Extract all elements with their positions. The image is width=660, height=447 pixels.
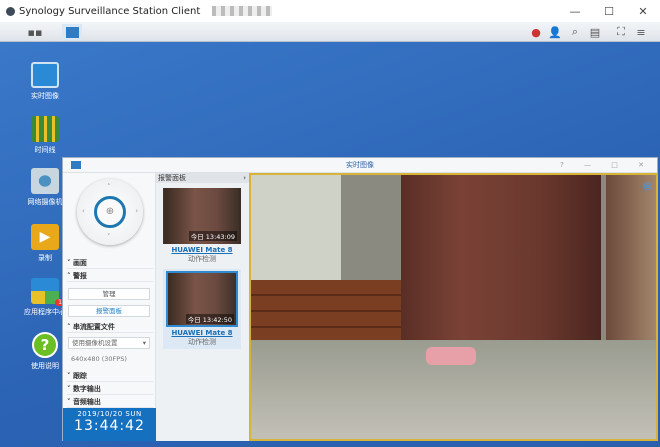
event-camera-link[interactable]: HUAWEI Mate 8	[163, 329, 241, 337]
video-door	[401, 175, 601, 345]
date-text: 2019/10/20 SUN	[77, 410, 142, 418]
section-alarm[interactable]: ˄ 警报	[67, 270, 153, 282]
left-arrow-icon[interactable]: ‹	[82, 207, 85, 215]
desktop-icon-timeline[interactable]: 时间线	[22, 116, 68, 155]
alarm-panel-button[interactable]: 报警面板	[68, 305, 150, 317]
select-value: 使用摄像机设置	[72, 339, 118, 347]
stream-profile-select[interactable]: 使用摄像机设置 ▾	[68, 337, 150, 349]
desktop-icon-label: 网络摄像机	[27, 198, 63, 206]
event-thumbnail[interactable]: 今日 13:43:09	[163, 188, 241, 244]
section-label: 数字输出	[72, 385, 101, 393]
collapse-arrow-icon[interactable]: ›	[243, 173, 246, 183]
blurred-text	[212, 6, 273, 16]
video-wall	[251, 175, 341, 285]
ip-camera-icon	[31, 168, 59, 194]
alarm-panel-title: 报警面板	[158, 174, 186, 182]
window-title: 实时图像	[346, 161, 374, 169]
ptz-joystick[interactable]: ˄ ˅ ‹ › ⊕	[77, 179, 143, 245]
desktop-icon-label: 实时图像	[31, 92, 59, 100]
desktop-icon-liveview[interactable]: 实时图像	[22, 62, 68, 101]
toolbar: ▪▪ ● 👤 ⌕ ▤ ⛶ ≡	[0, 22, 660, 42]
desktop-icon-label: 应用程序中心	[24, 308, 66, 316]
close-button[interactable]: ✕	[626, 0, 660, 22]
event-thumbnail[interactable]: 今日 13:42:50	[166, 271, 238, 327]
liveview-app-icon	[71, 161, 81, 169]
alarm-event-item[interactable]: 今日 13:42:50 HUAWEI Mate 8 动作检测	[163, 269, 241, 349]
puzzle-icon: 1	[31, 278, 65, 306]
app-title: Synology Surveillance Station Client	[19, 5, 201, 17]
notification-icon[interactable]: ●	[526, 24, 546, 40]
desktop-icon-label: 使用说明	[31, 362, 59, 370]
section-label: 跟踪	[72, 372, 87, 380]
section-label: 画面	[72, 259, 87, 267]
fullscreen-icon[interactable]: ⛶	[611, 24, 631, 40]
camera-options-icon[interactable]: ◎	[643, 181, 652, 192]
section-audio-output[interactable]: ˅ 音频输出	[67, 396, 153, 408]
main-menu-icon[interactable]: ▪▪	[25, 24, 45, 40]
time-text: 13:44:42	[74, 418, 145, 434]
resolution-text: 640x480 (30FPS)	[71, 355, 127, 363]
help-icon: ?	[32, 332, 58, 358]
window-controls[interactable]: ? — □ ✕	[560, 158, 653, 173]
user-icon[interactable]: 👤	[545, 24, 565, 40]
recording-folder-icon: ▶	[31, 224, 59, 250]
section-ptz[interactable]: ˅ 画面	[67, 257, 153, 269]
liveview-window: 实时图像 ? — □ ✕ ˄ ˅ ‹ › ⊕ ˅ 画面 ˄ 警报 管理 报警面板…	[62, 157, 658, 441]
app-logo-icon	[6, 6, 15, 16]
window-titlebar: 实时图像 ? — □ ✕	[63, 158, 657, 173]
right-arrow-icon[interactable]: ›	[135, 207, 138, 215]
manage-button[interactable]: 管理	[68, 288, 150, 300]
video-shelf	[606, 175, 656, 345]
video-slippers	[426, 347, 476, 365]
liveview-taskbar-icon[interactable]	[62, 24, 82, 40]
video-cabinet	[251, 280, 401, 345]
maximize-button[interactable]: ☐	[592, 0, 626, 22]
alarm-panel: 报警面板 › 今日 13:43:09 HUAWEI Mate 8 动作检测 今日 …	[156, 173, 249, 441]
widget-icon[interactable]: ▤	[585, 24, 605, 40]
event-type: 动作检测	[188, 255, 216, 263]
desktop-icon-label: 录制	[38, 254, 52, 262]
minimize-button[interactable]: —	[558, 0, 592, 22]
section-digital-output[interactable]: ˅ 数字输出	[67, 383, 153, 395]
liveview-icon	[31, 62, 59, 88]
section-label: 警报	[72, 272, 87, 280]
down-arrow-icon[interactable]: ˅	[107, 233, 111, 241]
live-video-feed[interactable]: ◎	[249, 173, 658, 441]
event-camera-link[interactable]: HUAWEI Mate 8	[163, 246, 241, 254]
section-tracking[interactable]: ˅ 跟踪	[67, 370, 153, 382]
up-arrow-icon[interactable]: ˄	[107, 183, 111, 191]
event-timestamp: 今日 13:42:50	[185, 314, 234, 324]
clock-panel: 2019/10/20 SUN 13:44:42	[63, 408, 156, 441]
alarm-panel-header: 报警面板 ›	[156, 173, 249, 183]
search-icon[interactable]: ⌕	[565, 24, 585, 40]
section-label: 串流配置文件	[72, 323, 115, 331]
app-titlebar: Synology Surveillance Station Client — ☐…	[0, 0, 660, 22]
desktop-icon-label: 时间线	[34, 146, 56, 154]
timeline-icon	[31, 116, 59, 142]
event-type: 动作检测	[188, 338, 216, 346]
event-timestamp: 今日 13:43:09	[188, 231, 237, 241]
alarm-event-item[interactable]: 今日 13:43:09 HUAWEI Mate 8 动作检测	[163, 188, 241, 264]
options-menu-icon[interactable]: ≡	[631, 24, 651, 40]
dropdown-arrow-icon: ▾	[142, 339, 146, 347]
ptz-center-icon[interactable]: ⊕	[94, 196, 126, 228]
section-label: 音频输出	[72, 398, 101, 406]
section-stream-profile[interactable]: ˄ 串流配置文件	[67, 321, 153, 333]
control-panel: ˄ ˅ ‹ › ⊕ ˅ 画面 ˄ 警报 管理 报警面板 ˄ 串流配置文件 使用摄…	[63, 173, 156, 441]
